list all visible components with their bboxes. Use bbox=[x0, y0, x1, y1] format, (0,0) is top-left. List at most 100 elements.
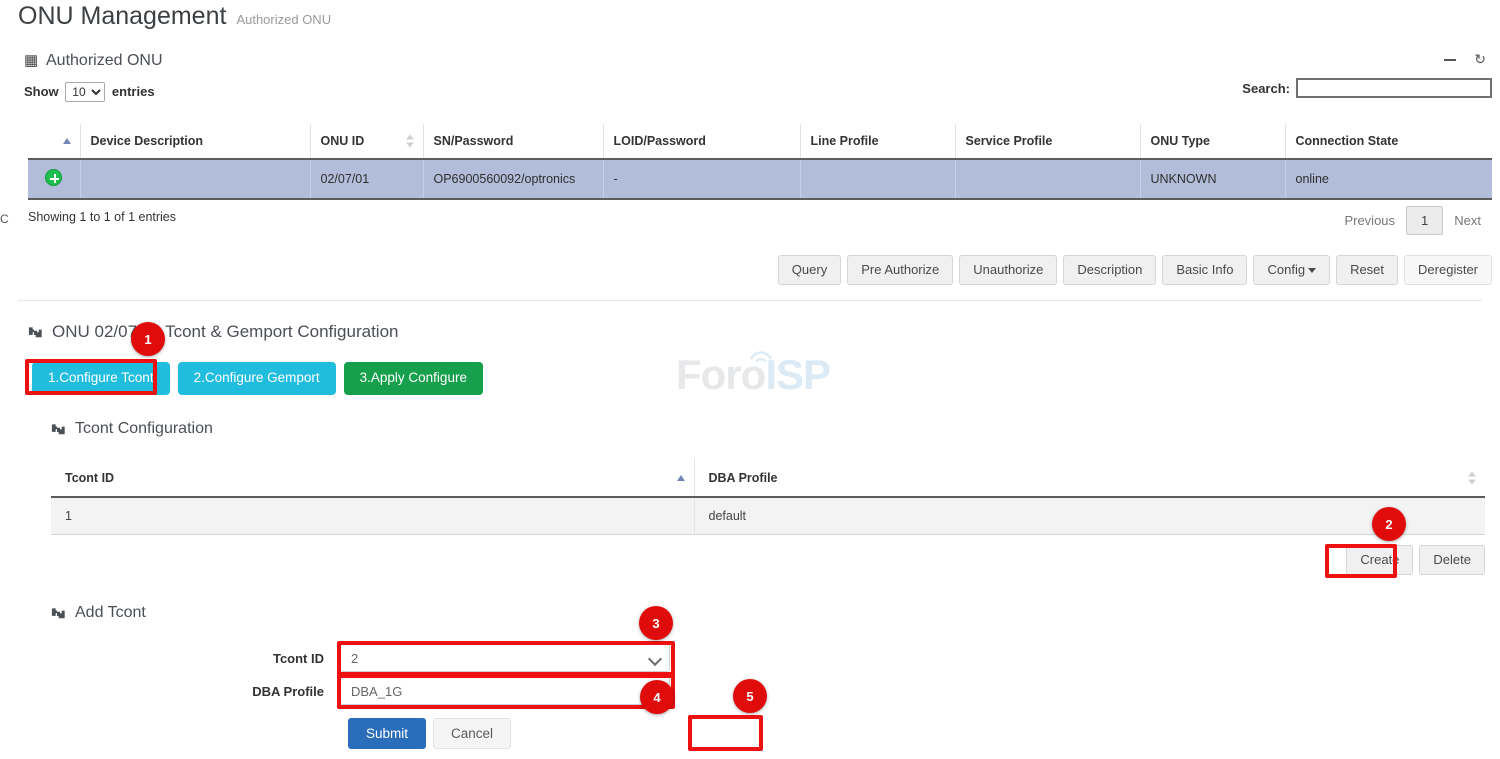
pagination-previous[interactable]: Previous bbox=[1333, 207, 1406, 234]
column-header-line-profile[interactable]: Line Profile bbox=[800, 124, 955, 159]
cell-onu-type: UNKNOWN bbox=[1140, 159, 1285, 199]
column-label: DBA Profile bbox=[709, 471, 778, 485]
column-header-connection-state[interactable]: Connection State bbox=[1285, 124, 1492, 159]
form-row-tcont-id: Tcont ID 2 bbox=[80, 644, 670, 672]
form-submit-row: Submit Cancel bbox=[348, 718, 511, 749]
page-header: ONU Management Authorized ONU bbox=[18, 2, 331, 31]
config-label: Config bbox=[1267, 262, 1305, 277]
table-row[interactable]: 02/07/01 OP6900560092/optronics - UNKNOW… bbox=[28, 159, 1492, 199]
panel-tools: ↻ bbox=[1444, 52, 1486, 66]
column-label: LOID/Password bbox=[614, 134, 706, 148]
basic-info-button[interactable]: Basic Info bbox=[1162, 255, 1247, 285]
table-info-text: Showing 1 to 1 of 1 entries bbox=[28, 210, 176, 224]
tcont-id-select-wrap: 2 bbox=[340, 644, 670, 672]
column-label: Service Profile bbox=[966, 134, 1053, 148]
cell-line-profile bbox=[800, 159, 955, 199]
onu-action-buttons: Query Pre Authorize Unauthorize Descript… bbox=[778, 255, 1492, 285]
add-tcont-title-text: Add Tcont bbox=[75, 604, 146, 622]
config-dropdown-button[interactable]: Config bbox=[1253, 255, 1330, 285]
plus-circle-icon[interactable] bbox=[45, 169, 62, 186]
table-row[interactable]: 1 default bbox=[51, 497, 1485, 535]
caret-down-icon bbox=[1308, 268, 1316, 273]
pagination-next[interactable]: Next bbox=[1443, 207, 1492, 234]
column-header-tcont-id[interactable]: Tcont ID bbox=[51, 459, 694, 497]
delete-button[interactable]: Delete bbox=[1419, 545, 1485, 575]
tcont-id-select[interactable]: 2 bbox=[340, 644, 670, 672]
tab-configure-gemport[interactable]: 2.Configure Gemport bbox=[178, 362, 336, 395]
submit-button[interactable]: Submit bbox=[348, 718, 426, 749]
puzzle-icon bbox=[28, 326, 43, 339]
label-tcont-id: Tcont ID bbox=[80, 651, 340, 666]
tcont-config-section-title: Tcont Configuration bbox=[51, 420, 213, 438]
description-button[interactable]: Description bbox=[1063, 255, 1156, 285]
tab-apply-configure[interactable]: 3.Apply Configure bbox=[344, 362, 483, 395]
sort-both-icon bbox=[1468, 471, 1476, 484]
column-header-select[interactable] bbox=[28, 124, 80, 159]
reset-button[interactable]: Reset bbox=[1336, 255, 1398, 285]
entries-per-page-select[interactable]: 10 bbox=[65, 82, 105, 102]
cell-tcont-id: 1 bbox=[51, 497, 694, 535]
query-button[interactable]: Query bbox=[778, 255, 841, 285]
column-label: ONU Type bbox=[1151, 134, 1211, 148]
status-badge-connection-state: online bbox=[1285, 159, 1492, 199]
puzzle-icon bbox=[51, 607, 66, 620]
label-dba-profile: DBA Profile bbox=[80, 684, 340, 699]
search-control: Search: bbox=[1242, 78, 1492, 98]
search-label: Search: bbox=[1242, 81, 1290, 96]
add-tcont-section-title: Add Tcont bbox=[51, 604, 146, 622]
show-entries-prefix: Show bbox=[24, 84, 59, 99]
refresh-icon[interactable]: ↻ bbox=[1474, 52, 1486, 66]
onu-config-title-text: ONU 02/07/01 Tcont & Gemport Configurati… bbox=[52, 322, 398, 342]
column-header-onu-type[interactable]: ONU Type bbox=[1140, 124, 1285, 159]
search-input[interactable] bbox=[1296, 78, 1492, 98]
column-header-dba-profile[interactable]: DBA Profile bbox=[694, 459, 1485, 497]
puzzle-icon bbox=[51, 423, 66, 436]
column-header-loid-password[interactable]: LOID/Password bbox=[603, 124, 800, 159]
annotation-box-5 bbox=[688, 715, 763, 751]
cell-onu-id: 02/07/01 bbox=[310, 159, 423, 199]
row-expand-cell[interactable] bbox=[28, 159, 80, 199]
deregister-button[interactable]: Deregister bbox=[1404, 255, 1492, 285]
form-row-dba-profile: DBA Profile DBA_1G bbox=[80, 677, 670, 705]
tab-configure-tcont[interactable]: 1.Configure Tcont bbox=[32, 362, 170, 395]
annotation-badge-5: 5 bbox=[733, 679, 767, 713]
config-step-tabs: 1.Configure Tcont 2.Configure Gemport 3.… bbox=[32, 362, 483, 395]
onu-management-page: ONU Management Authorized ONU ▦ Authoriz… bbox=[0, 0, 1500, 759]
dba-profile-select-wrap: DBA_1G bbox=[340, 677, 670, 705]
column-label: Tcont ID bbox=[65, 471, 114, 485]
cancel-button[interactable]: Cancel bbox=[433, 718, 511, 749]
divider bbox=[18, 300, 1482, 301]
page-subtitle: Authorized ONU bbox=[236, 12, 331, 27]
sidebar-ghost-text: C bbox=[0, 212, 9, 226]
authorized-onu-table: Device Description ONU ID SN/Password LO… bbox=[28, 124, 1492, 200]
authorized-onu-panel: ▦ Authorized ONU ↻ Show 10 entries Searc… bbox=[0, 42, 1500, 112]
pre-authorize-button[interactable]: Pre Authorize bbox=[847, 255, 953, 285]
sort-asc-icon bbox=[63, 138, 71, 144]
create-button[interactable]: Create bbox=[1346, 545, 1413, 575]
column-label: SN/Password bbox=[434, 134, 514, 148]
tcont-crud-buttons: Create Delete bbox=[1346, 545, 1485, 575]
table-header-row: Device Description ONU ID SN/Password LO… bbox=[28, 124, 1492, 159]
column-header-onu-id[interactable]: ONU ID bbox=[310, 124, 423, 159]
column-header-service-profile[interactable]: Service Profile bbox=[955, 124, 1140, 159]
cell-dba-profile: default bbox=[694, 497, 1485, 535]
tcont-header-row: Tcont ID DBA Profile bbox=[51, 459, 1485, 497]
column-header-device-description[interactable]: Device Description bbox=[80, 124, 310, 159]
pagination: Previous 1 Next bbox=[1333, 206, 1492, 235]
annotation-badge-3: 3 bbox=[639, 606, 673, 640]
pagination-page-1[interactable]: 1 bbox=[1406, 206, 1443, 235]
unauthorize-button[interactable]: Unauthorize bbox=[959, 255, 1057, 285]
tcont-config-title-text: Tcont Configuration bbox=[75, 420, 213, 438]
panel-header: ▦ Authorized ONU ↻ bbox=[0, 42, 1500, 82]
column-label: Connection State bbox=[1296, 134, 1399, 148]
dba-profile-select[interactable]: DBA_1G bbox=[340, 677, 670, 705]
column-header-sn-password[interactable]: SN/Password bbox=[423, 124, 603, 159]
tcont-configuration-table: Tcont ID DBA Profile 1 default bbox=[51, 459, 1485, 535]
show-entries-control: Show 10 entries bbox=[24, 82, 155, 102]
panel-title: Authorized ONU bbox=[46, 52, 163, 70]
onu-config-section-title: ONU 02/07/01 Tcont & Gemport Configurati… bbox=[28, 322, 398, 342]
minimize-icon[interactable] bbox=[1444, 52, 1456, 66]
cell-loid-password: - bbox=[603, 159, 800, 199]
show-entries-suffix: entries bbox=[112, 84, 155, 99]
sort-both-icon bbox=[406, 135, 414, 148]
